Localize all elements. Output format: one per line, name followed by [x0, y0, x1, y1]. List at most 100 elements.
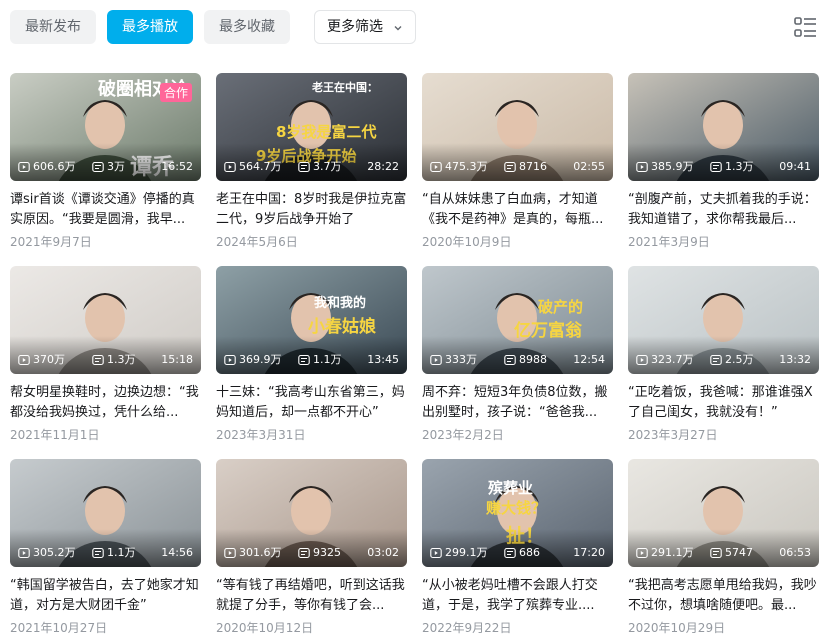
danmaku-count-value: 2.5万: [725, 353, 754, 366]
tab-latest[interactable]: 最新发布: [10, 10, 96, 44]
video-card[interactable]: 殡葬业赚大钱？扯！299.1万68617:20“从小被老妈吐槽不会跟人打交道，于…: [422, 459, 613, 636]
play-count: 564.7万: [224, 159, 282, 175]
publish-date: 2020年10月12日: [216, 621, 314, 635]
video-duration: 02:55: [573, 160, 605, 173]
video-stats: 333万 8988 12:54: [430, 352, 605, 368]
danmaku-count-value: 3.7万: [313, 160, 342, 173]
video-card[interactable]: 老王在中国：8岁我是富二代9岁后战争开始564.7万3.7万28:22老王在中国…: [216, 73, 407, 250]
publish-date: 2020年10月9日: [422, 235, 512, 249]
video-card[interactable]: 323.7万 2.5万 13:32 “正吃着饭，我爸喊：那谁谁强X了自己闺女，我就没有…: [628, 266, 819, 443]
play-count-icon: [430, 547, 442, 559]
video-card[interactable]: 291.1万 5747 06:53 “我把高考志愿单甩给我妈，我吵不过你，想填啥随便吧…: [628, 459, 819, 636]
video-duration: 06:53: [779, 546, 811, 559]
video-thumbnail[interactable]: 我和我的 小春姑娘 369.9万 1.1万 13:45: [216, 266, 407, 374]
video-title[interactable]: 谭sir首谈《谭谈交通》停播的真实原因。“我要是圆滑，我早...: [10, 190, 201, 230]
publish-date: 2023年3月27日: [628, 428, 718, 442]
danmaku-count-value: 5747: [725, 546, 753, 559]
publish-date: 2021年3月9日: [628, 235, 710, 249]
video-title[interactable]: 周不弃：短短3年负债8位数，搬出别墅时，孩子说：“爸爸我...: [422, 383, 613, 423]
video-title[interactable]: “韩国留学被告白，去了她家才知道，对方是大财团千金”: [10, 576, 201, 616]
video-stats: 369.9万 1.1万 13:45: [224, 352, 399, 368]
play-count-value: 333万: [445, 353, 477, 366]
play-count-value: 385.9万: [651, 160, 694, 173]
thumbnail-caption: 8岁我是富二代: [276, 123, 377, 141]
play-count: 299.1万: [430, 545, 488, 561]
video-card[interactable]: 我和我的 小春姑娘 369.9万 1.1万 13:45 十三妹：“我高考山东省第三，妈妈知…: [216, 266, 407, 443]
danmaku-count-icon: [504, 354, 516, 366]
video-card[interactable]: 385.9万 1.3万 09:41 “剖腹产前，丈夫抓着我的手说：我知道错了，求你帮我…: [628, 73, 819, 250]
video-card[interactable]: 301.6万 9325 03:02 “等有钱了再结婚吧，听到这话我就提了分手，等你有钱…: [216, 459, 407, 636]
video-thumbnail[interactable]: 370万 1.3万 15:18: [10, 266, 201, 374]
video-card[interactable]: 305.2万 1.1万 14:56 “韩国留学被告白，去了她家才知道，对方是大财团千金…: [10, 459, 201, 636]
video-stats: 305.2万 1.1万 14:56: [18, 545, 193, 561]
play-count-icon: [430, 161, 442, 173]
publish-date: 2022年9月22日: [422, 621, 512, 635]
video-duration: 13:32: [779, 353, 811, 366]
video-card[interactable]: 370万 1.3万 15:18 帮女明星换鞋时，边换边想：“我都没给我妈换过，凭什么给…: [10, 266, 201, 443]
play-count-icon: [636, 354, 648, 366]
video-thumbnail[interactable]: 殡葬业赚大钱？扯！299.1万68617:20: [422, 459, 613, 567]
danmaku-count-icon: [710, 547, 722, 559]
video-title[interactable]: 十三妹：“我高考山东省第三，妈妈知道后，却一点都不开心”: [216, 383, 407, 423]
tab-most-favorited[interactable]: 最多收藏: [204, 10, 290, 44]
thumbnail-caption: 老王在中国：: [312, 81, 378, 94]
video-thumbnail[interactable]: 385.9万 1.3万 09:41: [628, 73, 819, 181]
danmaku-count-value: 1.1万: [313, 353, 342, 366]
danmaku-count-icon: [92, 547, 104, 559]
publish-date: 2023年2月2日: [422, 428, 504, 442]
video-title[interactable]: “正吃着饭，我爸喊：那谁谁强X了自己闺女，我就没有！”: [628, 383, 819, 423]
video-card[interactable]: 475.3万 8716 02:55 “自从妹妹患了白血病，才知道《我不是药神》是真的，…: [422, 73, 613, 250]
video-thumbnail[interactable]: 破产的 亿万富翁 333万 8988 12:54: [422, 266, 613, 374]
video-title[interactable]: “剖腹产前，丈夫抓着我的手说：我知道错了，求你帮我最后...: [628, 190, 819, 230]
play-count-icon: [18, 547, 30, 559]
more-filters-label: 更多筛选: [327, 19, 383, 35]
play-count-icon: [18, 354, 30, 366]
play-count-icon: [224, 161, 236, 173]
thumbnail-caption: 破产的: [538, 298, 584, 316]
danmaku-count-value: 686: [519, 546, 540, 559]
play-count: 323.7万: [636, 352, 694, 368]
video-stats: 299.1万 686 17:20: [430, 545, 605, 561]
danmaku-count-icon: [92, 161, 104, 173]
video-thumbnail[interactable]: 291.1万 5747 06:53: [628, 459, 819, 567]
play-count-icon: [636, 161, 648, 173]
video-duration: 16:52: [161, 160, 193, 173]
video-title[interactable]: 帮女明星换鞋时，边换边想：“我都没给我妈换过，凭什么给...: [10, 383, 201, 423]
video-title[interactable]: 老王在中国：8岁时我是伊拉克富二代，9岁后战争开始了: [216, 190, 407, 230]
video-thumbnail[interactable]: 475.3万 8716 02:55: [422, 73, 613, 181]
danmaku-count-icon: [298, 354, 310, 366]
video-stats: 301.6万 9325 03:02: [224, 545, 399, 561]
danmaku-count-icon: [298, 547, 310, 559]
play-count-value: 606.6万: [33, 160, 76, 173]
toolbar: 最新发布 最多播放 最多收藏 更多筛选: [0, 0, 832, 56]
list-view-icon[interactable]: [794, 16, 818, 40]
video-thumbnail[interactable]: 305.2万 1.1万 14:56: [10, 459, 201, 567]
video-thumbnail[interactable]: 323.7万 2.5万 13:32: [628, 266, 819, 374]
tab-most-played[interactable]: 最多播放: [107, 10, 193, 44]
video-thumbnail[interactable]: 破圈相对论合作谭乔606.6万3万16:52: [10, 73, 201, 181]
danmaku-count-value: 1.1万: [107, 546, 136, 559]
danmaku-count-icon: [298, 161, 310, 173]
more-filters-dropdown[interactable]: 更多筛选: [314, 10, 416, 44]
danmaku-count: 1.1万: [92, 545, 136, 561]
danmaku-count-icon: [92, 354, 104, 366]
video-card[interactable]: 破圈相对论合作谭乔606.6万3万16:52 谭sir首谈《谭谈交通》停播的真实原…: [10, 73, 201, 250]
video-title[interactable]: “自从妹妹患了白血病，才知道《我不是药神》是真的，每瓶...: [422, 190, 613, 230]
video-stats: 564.7万 3.7万 28:22: [224, 159, 399, 175]
danmaku-count: 8988: [504, 352, 547, 368]
video-thumbnail[interactable]: 老王在中国：8岁我是富二代9岁后战争开始564.7万3.7万28:22: [216, 73, 407, 181]
video-title[interactable]: “我把高考志愿单甩给我妈，我吵不过你，想填啥随便吧。最...: [628, 576, 819, 616]
thumbnail-caption: 小春姑娘: [308, 317, 376, 337]
danmaku-count-value: 9325: [313, 546, 341, 559]
video-stats: 385.9万 1.3万 09:41: [636, 159, 811, 175]
danmaku-count: 1.3万: [710, 159, 754, 175]
danmaku-count: 686: [504, 545, 540, 561]
video-title[interactable]: “从小被老妈吐槽不会跟人打交道，于是，我学了殡葬专业....: [422, 576, 613, 616]
video-duration: 15:18: [161, 353, 193, 366]
play-count-value: 299.1万: [445, 546, 488, 559]
video-thumbnail[interactable]: 301.6万 9325 03:02: [216, 459, 407, 567]
video-title[interactable]: “等有钱了再结婚吧，听到这话我就提了分手，等你有钱了会...: [216, 576, 407, 616]
video-duration: 14:56: [161, 546, 193, 559]
video-card[interactable]: 破产的 亿万富翁 333万 8988 12:54 周不弃：短短3年负债8位数，搬出别墅时，…: [422, 266, 613, 443]
play-count-value: 301.6万: [239, 546, 282, 559]
